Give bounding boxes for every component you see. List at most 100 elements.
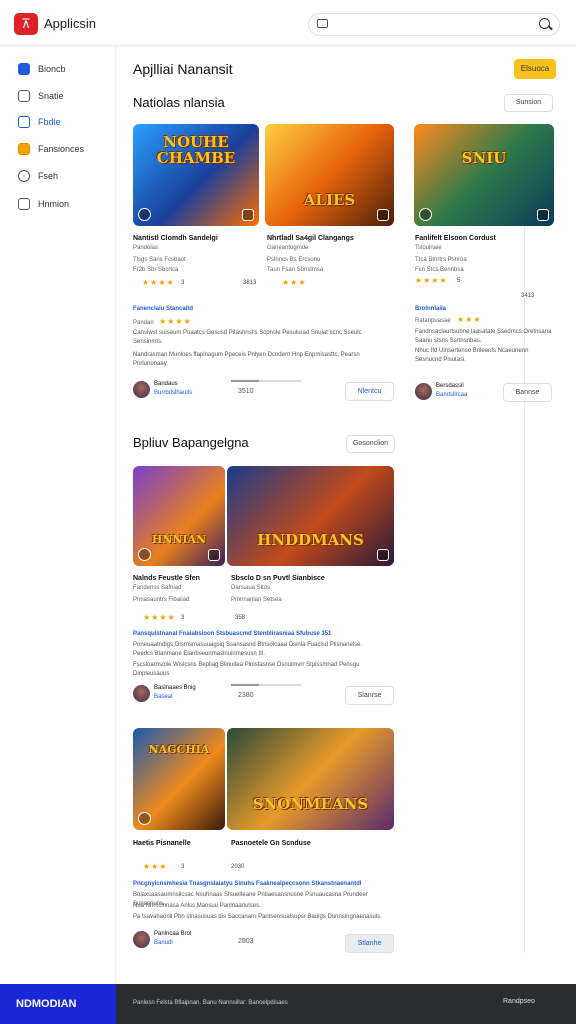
author-name: Bersdassil <box>436 383 464 389</box>
sidebar-item-docs[interactable]: Hnmion <box>18 196 69 212</box>
rating-count: 3 <box>181 864 185 870</box>
game-image[interactable]: SNONMEANS <box>227 728 394 830</box>
store-icon <box>18 116 30 128</box>
progress-bar <box>231 684 301 686</box>
game-art-title: HNNIAN <box>151 533 207 546</box>
game-image[interactable]: NOUHE CHAMBE <box>133 124 259 226</box>
sidebar-item-home[interactable]: Bioncb <box>18 61 66 77</box>
game-title: Nhrtladl Sa4gil Clangangs <box>267 235 354 242</box>
description: Nandrasman Munloes ffaplnagum Ppeceis Pn… <box>133 352 360 367</box>
category-label[interactable]: Pncgnyicnsmhesia Tnasgnslaiatyu Sinuhs F… <box>133 881 383 887</box>
sidebar-item-snatie[interactable]: Snatie <box>18 88 64 104</box>
footer-text: Panlesn Felsta Bflaipnan. Banu Nannsilla… <box>133 1000 288 1006</box>
stat-number: 358 <box>235 615 246 621</box>
sidebar-item-label: Hnmion <box>38 199 70 209</box>
category-sub: Ratanpuasae <box>415 318 451 324</box>
badge-icon <box>138 208 151 221</box>
badge-icon <box>208 549 220 561</box>
game-image[interactable]: SNIU <box>414 124 554 226</box>
card-action-button[interactable]: Slanrse <box>345 686 394 705</box>
game-info: Fr2b Sbr Sbcrtca <box>133 267 179 273</box>
rating-stars: ★★★★ <box>142 278 175 287</box>
compass-icon <box>18 170 30 182</box>
description: Fscsloarnsolie Wislcsns Bepliag Blinuite… <box>133 662 360 677</box>
column-divider <box>524 133 525 953</box>
game-title: Nalnds Feustle Sfen <box>133 575 200 582</box>
app-title: Applicsin <box>44 16 97 31</box>
primary-button[interactable]: Elsuoca <box>514 59 556 79</box>
author-sub: Baseat <box>154 694 173 700</box>
sidebar-item-store[interactable]: Fbdie <box>18 114 61 130</box>
game-image[interactable]: HNNIAN <box>133 466 225 566</box>
game-art-title: SNIU <box>461 149 507 167</box>
page-title: Apjlliai Nanansit <box>133 61 233 77</box>
game-subtitle: Fandenss Safniad <box>133 585 182 591</box>
avatar[interactable] <box>133 931 150 948</box>
game-genre: Ttca Btnrtrs Psnroa <box>415 257 467 263</box>
badge-icon <box>377 209 389 221</box>
rating-stars: ★★★ <box>457 315 482 324</box>
footer-brand[interactable]: NDMODIAN <box>0 984 116 1024</box>
badge-icon <box>537 209 549 221</box>
sidebar-item-games[interactable]: Fansionces <box>18 141 84 157</box>
sidebar-item-label: Fseh <box>38 171 59 181</box>
badge-icon <box>419 208 432 221</box>
badge-icon <box>377 549 389 561</box>
game-subtitle: Pandolas <box>133 245 159 251</box>
category-label[interactable]: Brolnnlaila <box>415 306 446 312</box>
description: Peedcs Blanmane Elanbseunmaslnuinmesusn … <box>133 651 266 657</box>
card-action-button[interactable]: Bannse <box>503 383 552 402</box>
meta-count: 2380 <box>238 692 254 699</box>
category-label[interactable]: Pansquistnanal Fnaiabsioon Stsbuascmd St… <box>133 631 383 637</box>
meta-count: 3510 <box>238 388 254 395</box>
sidebar-item-label: Fansionces <box>38 144 85 154</box>
game-art-title: NAGCHIA <box>148 743 210 756</box>
sidebar-item-label: Fbdie <box>38 117 61 127</box>
document-icon <box>18 198 30 210</box>
house-icon <box>18 90 30 102</box>
game-art-title: ALIES <box>303 191 356 209</box>
section-title: Bpliuv Bapangelgna <box>133 435 249 450</box>
avatar[interactable] <box>415 383 432 400</box>
card-action-button[interactable]: Stlanhe <box>345 934 394 953</box>
sidebar-item-label: Bioncb <box>38 64 66 74</box>
game-image[interactable]: HNDDMANS <box>227 466 394 566</box>
stat-number: 3813 <box>243 280 257 286</box>
game-info: Taun Fsan Sbnslmsa <box>267 267 324 273</box>
search-bar[interactable] <box>308 13 560 36</box>
main-content: Apjlliai Nanansit Elsuoca Natiolas nlans… <box>117 47 576 984</box>
rating-stars: ★★★★ <box>143 613 176 622</box>
avatar[interactable] <box>133 381 150 398</box>
badge-icon <box>138 548 151 561</box>
game-subtitle: Tsloulnaie <box>415 245 442 251</box>
sidebar-item-explore[interactable]: Fseh <box>18 168 58 184</box>
stat-number: 2030 <box>231 864 245 870</box>
game-image[interactable]: NAGCHIA <box>133 728 225 830</box>
description: Nhuc Ifd Ulnsertenso Bnleenfs Ncaeunenn … <box>415 348 529 363</box>
game-title: Sbsclo D sn Puvtl Sianbisce <box>231 575 325 582</box>
description: Nua Nnrcclnnasa Anlss Mansuu Panlnaanuls… <box>133 903 261 909</box>
game-title: Pasnoetele Gn Scnduse <box>231 840 311 847</box>
game-genre: Pnnasauntrs Fibaiiad <box>133 597 190 603</box>
game-art-title: NOUHE CHAMBE <box>156 133 236 167</box>
app-header: ⊼ Applicsin <box>0 0 576 46</box>
author-name: Baslnaaes Bnig <box>154 685 196 691</box>
game-title: Haetis Pisnanelle <box>133 840 191 847</box>
meta-count: 2803 <box>238 938 254 945</box>
game-genre: Pslnncs Bs Ercsonu <box>267 257 321 263</box>
rating-count: 3 <box>181 615 185 621</box>
avatar[interactable] <box>133 685 150 702</box>
section-action-button[interactable]: Gosonclion <box>346 435 395 453</box>
category-label[interactable]: Fanenclaiu Stancaitd <box>133 306 193 312</box>
game-art-title: SNONMEANS <box>252 795 369 813</box>
description: Poneuaatndlgs Glsrnsmasuuagsiq Ssansasnd… <box>133 642 363 648</box>
game-image[interactable]: ALIES <box>265 124 394 226</box>
app-logo-icon[interactable]: ⊼ <box>14 13 38 35</box>
author-sub: Burrbdslhaulls <box>154 390 193 396</box>
footer-link[interactable]: Randpseo <box>503 998 535 1005</box>
card-action-button[interactable]: Nlentcu <box>345 382 394 401</box>
rating-stars: ★★★ <box>282 278 307 287</box>
author-sub: Banudl <box>154 940 173 946</box>
search-icon[interactable] <box>539 18 550 29</box>
section-action-button[interactable]: Sunsion <box>504 94 553 112</box>
